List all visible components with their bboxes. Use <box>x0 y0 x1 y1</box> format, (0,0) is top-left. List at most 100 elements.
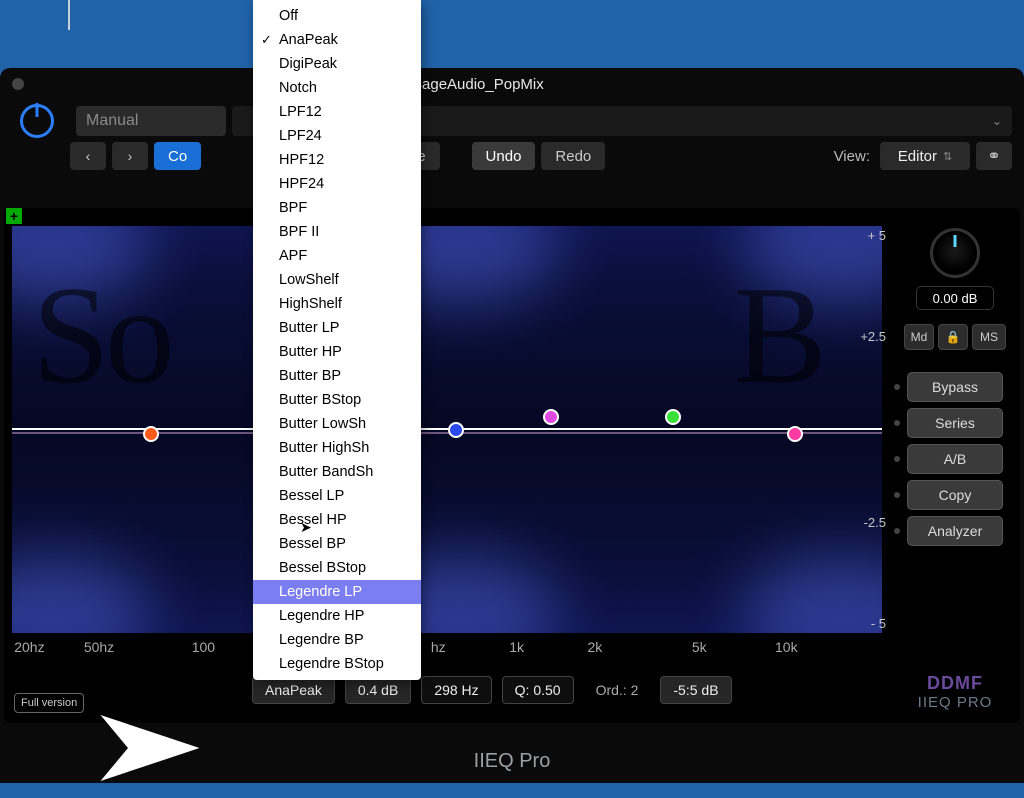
eq-band-handle[interactable] <box>448 422 464 438</box>
filter-menu-item[interactable]: Bessel BStop <box>253 556 421 580</box>
filter-menu-item[interactable]: HPF24 <box>253 172 421 196</box>
plugin-body: + So B + 5 +2.5 -2.5 - 5 20hz 50hz 100 hz 1k… <box>4 208 1020 723</box>
led-icon <box>894 528 900 534</box>
filter-menu-item[interactable]: Bessel BP <box>253 532 421 556</box>
filter-menu-item[interactable]: Bessel HP <box>253 508 421 532</box>
annotation-arrow-icon <box>95 703 205 793</box>
chevron-right-icon: › <box>128 148 133 164</box>
link-button[interactable]: ⚭ <box>976 142 1012 170</box>
view-dropdown[interactable]: Editor ⇅ <box>880 142 970 170</box>
lock-button[interactable]: 🔒 <box>938 324 968 350</box>
watermark-text: B <box>734 266 822 406</box>
filter-menu-item[interactable]: LPF12 <box>253 100 421 124</box>
filter-menu-item[interactable]: LowShelf <box>253 268 421 292</box>
preset-mode-dropdown[interactable]: Manual <box>76 106 226 136</box>
window-title: SageAudio_PopMix <box>412 76 544 93</box>
band-parameter-row: AnaPeak 0.4 dB 298 Hz Q: 0.50 Ord.: 2 -5… <box>12 673 882 707</box>
filter-menu-item[interactable]: Butter BP <box>253 364 421 388</box>
freq-tick-label: 100 <box>192 639 215 655</box>
filter-menu-item[interactable]: APF <box>253 244 421 268</box>
eq-area: + So B + 5 +2.5 -2.5 - 5 20hz 50hz 100 hz 1k… <box>4 208 890 723</box>
filter-type-dropdown[interactable]: AnaPeak <box>252 676 335 704</box>
side-panel: 0.00 dB Md 🔒 MS Bypass Series A/B Copy Analy… <box>890 208 1020 723</box>
copy-button[interactable]: Copy <box>907 480 1003 510</box>
filter-menu-item[interactable]: Off <box>253 4 421 28</box>
led-icon <box>894 492 900 498</box>
series-button[interactable]: Series <box>907 408 1003 438</box>
eq-display[interactable]: So B <box>12 226 882 633</box>
freq-tick-label: 5k <box>692 639 707 655</box>
filter-menu-item[interactable]: BPF <box>253 196 421 220</box>
filter-menu-item[interactable]: DigiPeak <box>253 52 421 76</box>
filter-menu-item[interactable]: HighShelf <box>253 292 421 316</box>
filter-menu-item[interactable]: Butter BandSh <box>253 460 421 484</box>
filter-menu-item[interactable]: AnaPeak <box>253 28 421 52</box>
watermark-text: So <box>32 266 170 406</box>
close-icon[interactable] <box>12 78 24 90</box>
eq-band-handle[interactable] <box>787 426 803 442</box>
band-range-field[interactable]: -5:5 dB <box>660 676 731 704</box>
output-gain-knob[interactable] <box>930 228 980 278</box>
updown-icon: ⇅ <box>943 150 952 163</box>
freq-tick-label: hz <box>431 639 446 655</box>
filter-menu-item[interactable]: Legendre BStop <box>253 652 421 676</box>
add-band-button[interactable]: + <box>6 208 22 224</box>
freq-tick-label: 20hz <box>14 639 44 655</box>
power-button[interactable] <box>12 96 62 146</box>
preset-mode-label: Manual <box>86 112 138 130</box>
band-order-field[interactable]: Ord.: 2 <box>584 676 651 704</box>
ruler-mark <box>68 0 70 30</box>
eq-band-handle[interactable] <box>665 409 681 425</box>
undo-button[interactable]: Undo <box>472 142 536 170</box>
chevron-down-icon: ⌄ <box>992 114 1002 128</box>
filter-menu-item[interactable]: Butter HighSh <box>253 436 421 460</box>
filter-menu-item[interactable]: Legendre HP <box>253 604 421 628</box>
filter-menu-item[interactable]: Butter BStop <box>253 388 421 412</box>
frequency-axis: 20hz 50hz 100 hz 1k 2k 5k 10k <box>12 637 882 657</box>
filter-menu-item[interactable]: Legendre LP <box>253 580 421 604</box>
filter-menu-item[interactable]: Butter LP <box>253 316 421 340</box>
band-freq-field[interactable]: 298 Hz <box>421 676 491 704</box>
prev-preset-button[interactable]: ‹ <box>70 142 106 170</box>
view-label: View: <box>834 148 870 165</box>
next-preset-button[interactable]: › <box>112 142 148 170</box>
filter-menu-item[interactable]: Butter LowSh <box>253 412 421 436</box>
eq-band-handle[interactable] <box>143 426 159 442</box>
band-q-field[interactable]: Q: 0.50 <box>502 676 574 704</box>
ms-button[interactable]: MS <box>972 324 1006 350</box>
bypass-button[interactable]: Bypass <box>907 372 1003 402</box>
filter-menu-item[interactable]: Legendre BP <box>253 628 421 652</box>
brand-label: DDMF IIEQ PRO <box>918 673 993 711</box>
full-version-button[interactable]: Full version <box>14 693 84 713</box>
eq-band-handle[interactable] <box>543 409 559 425</box>
link-icon: ⚭ <box>987 146 1000 166</box>
filter-menu-item[interactable]: Notch <box>253 76 421 100</box>
band-gain-field[interactable]: 0.4 dB <box>345 676 411 704</box>
power-icon <box>20 104 54 138</box>
led-icon <box>894 456 900 462</box>
host-toolbar: Manual ⌄ ‹ › Co Paste Undo <box>0 100 1024 168</box>
output-gain-readout[interactable]: 0.00 dB <box>916 286 994 310</box>
filter-menu-item[interactable]: BPF II <box>253 220 421 244</box>
filter-menu-item[interactable]: Bessel LP <box>253 484 421 508</box>
gain-scale: + 5 +2.5 -2.5 - 5 <box>852 226 892 633</box>
md-button[interactable]: Md <box>904 324 934 350</box>
freq-tick-label: 50hz <box>84 639 114 655</box>
window-titlebar: SageAudio_PopMix <box>0 68 1024 100</box>
cursor-icon: ➤ <box>300 519 312 536</box>
chevron-left-icon: ‹ <box>86 148 91 164</box>
freq-tick-label: 10k <box>775 639 798 655</box>
analyzer-button[interactable]: Analyzer <box>907 516 1003 546</box>
filter-menu-item[interactable]: HPF12 <box>253 148 421 172</box>
filter-type-menu[interactable]: OffAnaPeakDigiPeakNotchLPF12LPF24HPF12HP… <box>253 0 421 680</box>
redo-button[interactable]: Redo <box>541 142 605 170</box>
filter-menu-item[interactable]: LPF24 <box>253 124 421 148</box>
compare-button[interactable]: Co <box>154 142 201 170</box>
led-icon <box>894 384 900 390</box>
freq-tick-label: 2k <box>587 639 602 655</box>
freq-tick-label: 1k <box>509 639 524 655</box>
led-icon <box>894 420 900 426</box>
filter-menu-item[interactable]: Butter HP <box>253 340 421 364</box>
lock-icon: 🔒 <box>946 330 961 344</box>
ab-button[interactable]: A/B <box>907 444 1003 474</box>
